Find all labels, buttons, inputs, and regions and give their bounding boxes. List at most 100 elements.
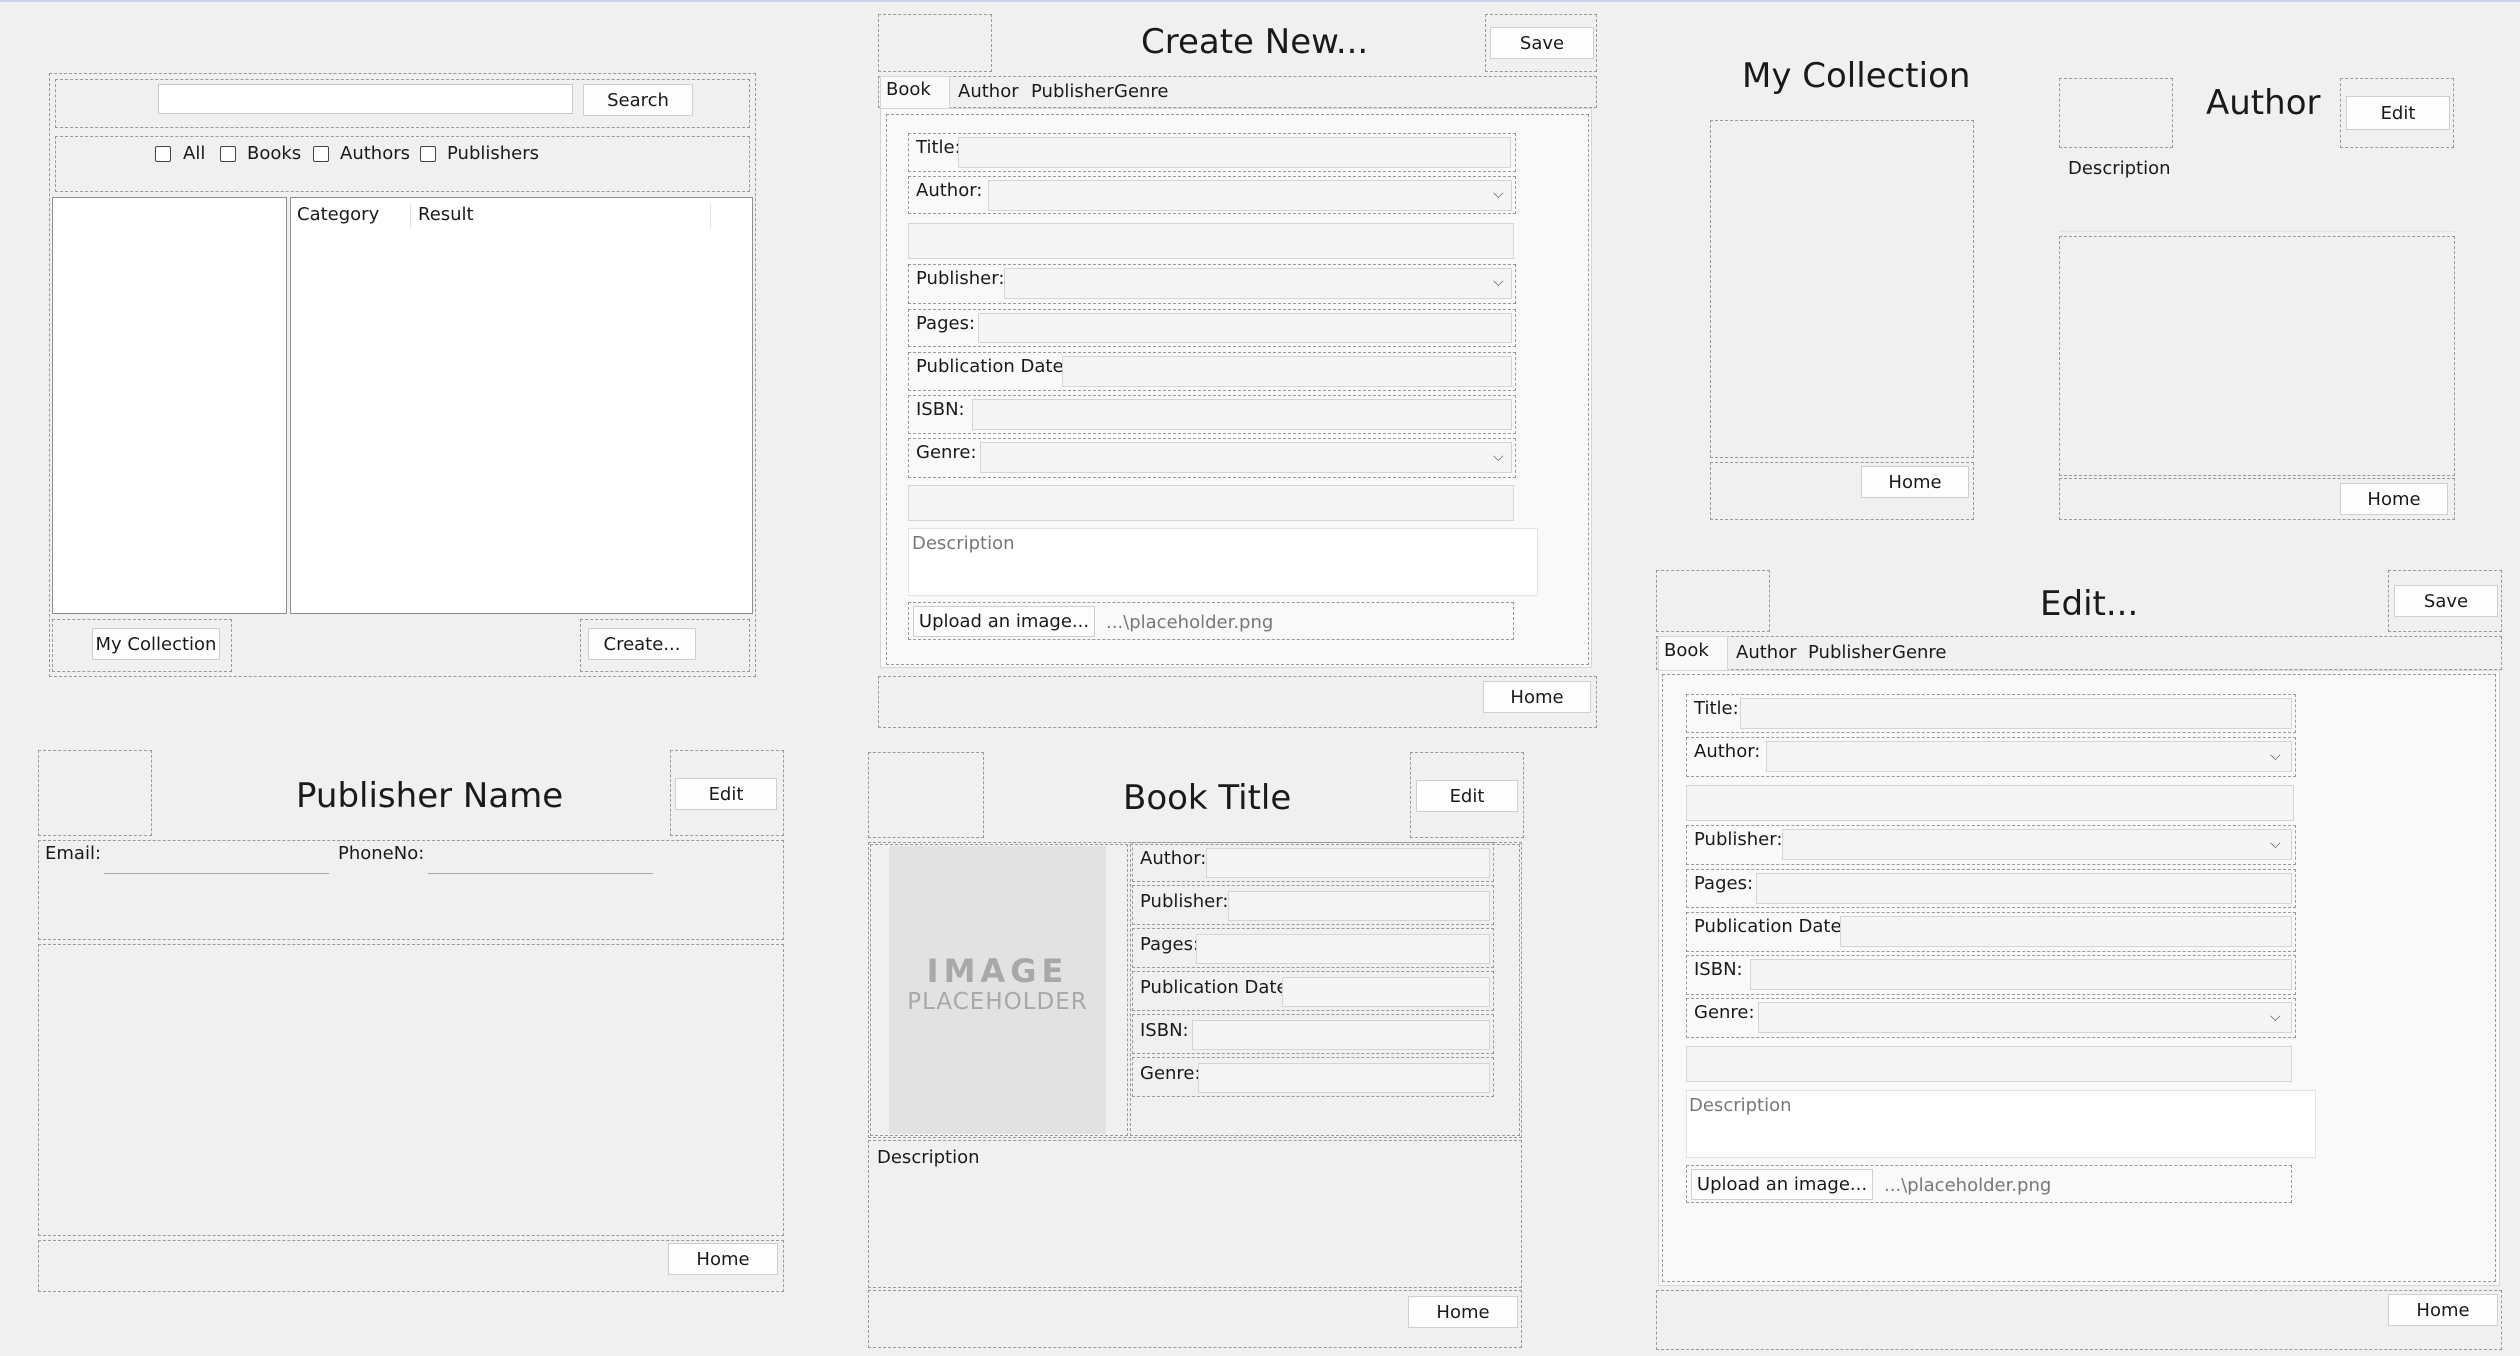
isbn-value	[1192, 1020, 1490, 1050]
search-input[interactable]	[158, 84, 573, 114]
tab-publisher[interactable]: Publisher	[1808, 642, 1891, 663]
filter-authors-label: Authors	[340, 143, 410, 164]
image-path-text: ...\placeholder.png	[1884, 1175, 2052, 1196]
edit-button[interactable]: Edit	[1416, 780, 1518, 812]
label-pages: Pages:	[1694, 873, 1754, 894]
image-placeholder-text: IMAGE	[926, 952, 1069, 990]
description-placeholder: Description	[912, 533, 1015, 554]
header-spacer	[1656, 570, 1770, 632]
tab-book[interactable]: Book	[1664, 640, 1709, 661]
author-extra-field[interactable]	[908, 223, 1514, 259]
author-select[interactable]	[1766, 741, 2292, 772]
pages-input[interactable]	[1756, 873, 2292, 904]
my-collection-button[interactable]: My Collection	[92, 628, 220, 660]
save-button[interactable]: Save	[1490, 27, 1594, 59]
author-books-list[interactable]	[2059, 236, 2455, 476]
publication-date-value	[1282, 977, 1490, 1007]
top-border	[0, 0, 2520, 2]
upload-image-button[interactable]: Upload an image...	[1691, 1169, 1873, 1200]
pages-input[interactable]	[978, 313, 1512, 343]
genre-select[interactable]	[980, 442, 1512, 473]
home-button[interactable]: Home	[1408, 1296, 1518, 1328]
category-list[interactable]	[52, 197, 287, 614]
chevron-down-icon[interactable]: ⌵	[1493, 274, 1504, 290]
publisher-select[interactable]	[1004, 268, 1512, 299]
label-publication-date: Publication Date:	[916, 356, 1070, 377]
results-table[interactable]	[290, 197, 753, 614]
column-header-category[interactable]: Category	[297, 204, 379, 225]
publication-date-input[interactable]	[1840, 916, 2292, 947]
label-genre: Genre:	[916, 442, 977, 463]
filter-authors-checkbox[interactable]	[313, 146, 329, 162]
tab-genre[interactable]: Genre	[1892, 642, 1947, 663]
chevron-down-icon[interactable]: ⌵	[1493, 186, 1504, 202]
save-button[interactable]: Save	[2394, 585, 2498, 617]
column-divider	[710, 203, 711, 229]
phone-field[interactable]	[428, 844, 653, 874]
home-button[interactable]: Home	[1861, 466, 1969, 498]
header-spacer	[2059, 78, 2173, 148]
edit-button[interactable]: Edit	[675, 778, 777, 810]
column-header-result[interactable]: Result	[418, 204, 474, 225]
label-publisher: Publisher:	[1140, 891, 1229, 912]
chevron-down-icon[interactable]: ⌵	[2270, 748, 2281, 764]
genre-extra-field[interactable]	[1686, 1046, 2292, 1082]
title-input[interactable]	[958, 137, 1511, 168]
home-button[interactable]: Home	[2340, 483, 2448, 515]
page-title: Publisher Name	[296, 776, 564, 816]
filter-books-label: Books	[247, 143, 302, 164]
home-button[interactable]: Home	[668, 1243, 778, 1275]
header-spacer	[868, 752, 984, 838]
label-author: Author:	[916, 180, 983, 201]
genre-value	[1198, 1063, 1490, 1093]
home-button[interactable]: Home	[2388, 1294, 2498, 1326]
chevron-down-icon[interactable]: ⌵	[2270, 836, 2281, 852]
label-author: Author:	[1140, 848, 1207, 869]
collection-list[interactable]	[1710, 120, 1974, 458]
genre-select[interactable]	[1758, 1002, 2292, 1033]
pages-value	[1196, 934, 1490, 964]
label-isbn: ISBN:	[1694, 959, 1743, 980]
label-author: Author:	[1694, 741, 1761, 762]
tab-genre[interactable]: Genre	[1114, 81, 1169, 102]
chevron-down-icon[interactable]: ⌵	[1493, 449, 1504, 465]
image-path-text: ...\placeholder.png	[1106, 612, 1274, 633]
tab-publisher[interactable]: Publisher	[1031, 81, 1114, 102]
filter-publishers-checkbox[interactable]	[420, 146, 436, 162]
phone-label: PhoneNo:	[338, 843, 425, 864]
author-value	[1206, 848, 1490, 878]
title-input[interactable]	[1740, 698, 2292, 729]
upload-image-button[interactable]: Upload an image...	[913, 606, 1095, 637]
edit-button[interactable]: Edit	[2346, 96, 2450, 130]
tab-author[interactable]: Author	[958, 81, 1019, 102]
label-genre: Genre:	[1140, 1063, 1201, 1084]
page-title: Create New...	[1141, 22, 1369, 62]
isbn-input[interactable]	[1750, 959, 2292, 990]
genre-extra-field[interactable]	[908, 485, 1514, 521]
label-isbn: ISBN:	[1140, 1020, 1189, 1041]
label-pages: Pages:	[916, 313, 976, 334]
page-title: Author	[2206, 83, 2321, 123]
description-placeholder: Description	[1689, 1095, 1792, 1116]
author-extra-field[interactable]	[1686, 785, 2294, 821]
email-label: Email:	[45, 843, 102, 864]
publisher-select[interactable]	[1782, 829, 2292, 860]
filter-all-checkbox[interactable]	[155, 146, 171, 162]
search-button[interactable]: Search	[583, 84, 693, 116]
email-field[interactable]	[104, 844, 329, 874]
label-genre: Genre:	[1694, 1002, 1755, 1023]
footer-bar	[1656, 1290, 2502, 1350]
home-button[interactable]: Home	[1483, 681, 1591, 713]
create-button[interactable]: Create...	[588, 628, 696, 660]
filter-books-checkbox[interactable]	[220, 146, 236, 162]
isbn-input[interactable]	[972, 399, 1512, 430]
author-select[interactable]	[988, 180, 1512, 211]
tab-book[interactable]: Book	[886, 79, 931, 100]
label-title: Title:	[916, 137, 961, 158]
publication-date-input[interactable]	[1062, 356, 1512, 387]
tab-author[interactable]: Author	[1736, 642, 1797, 663]
chevron-down-icon[interactable]: ⌵	[2270, 1009, 2281, 1025]
label-publisher: Publisher:	[1694, 829, 1783, 850]
publisher-books-list[interactable]	[38, 944, 784, 1236]
column-divider	[410, 203, 411, 229]
